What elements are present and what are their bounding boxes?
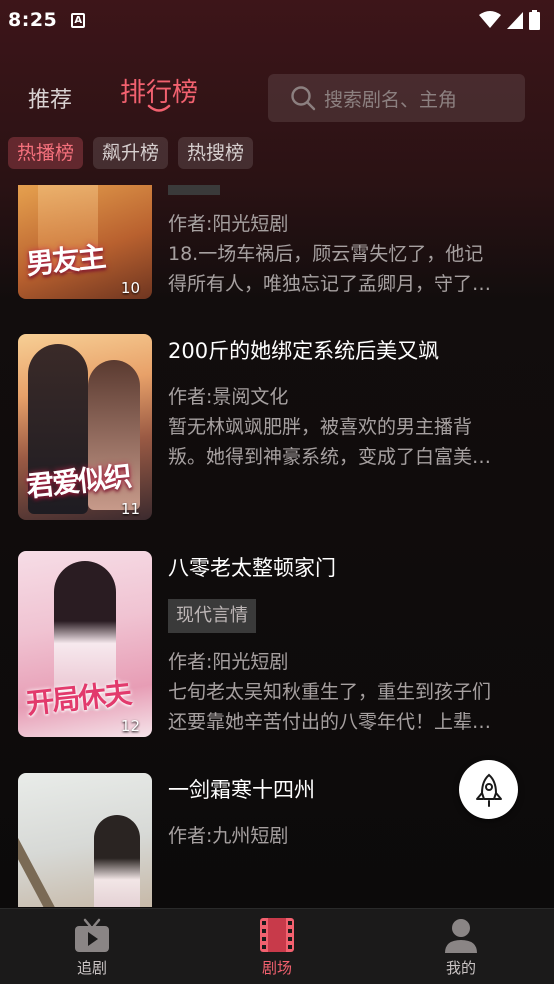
cover-sword (18, 808, 69, 907)
rocket-icon (475, 773, 502, 807)
description: 暂无林飒飒肥胖，被喜欢的男主播背 叛。她得到神豪系统，变成了白富美… (168, 412, 518, 472)
desc-line: 暂无林飒飒肥胖，被喜欢的男主播背 (168, 416, 473, 438)
cover-image: 君爱似织 11 (18, 334, 152, 520)
status-time: 8:25 (8, 9, 58, 31)
battery-icon (529, 10, 540, 30)
cover-image: 开局休夫 12 (18, 551, 152, 737)
cover-title: 开局休夫 (24, 676, 132, 721)
list-item[interactable]: 开局休夫 12 八零老太整顿家门 现代言情 作者:阳光短剧 七旬老太吴知秋重生了… (18, 551, 538, 737)
cover-title: 男友主 (24, 240, 106, 281)
cover-image (18, 773, 152, 907)
nav-label: 追剧 (76, 959, 107, 977)
nav-follow[interactable]: 追剧 (32, 909, 152, 984)
genre-tag: 都市 (168, 185, 220, 195)
drama-title: 八零老太整顿家门 (168, 556, 336, 580)
tv-icon (75, 918, 109, 952)
item-info: 200斤的她绑定系统后美又飒 作者:景阅文化 暂无林飒飒肥胖，被喜欢的男主播背 … (168, 334, 518, 472)
author: 作者:阳光短剧 (168, 651, 289, 673)
drama-title: 200斤的她绑定系统后美又飒 (168, 339, 440, 363)
bottom-nav: 追剧 剧场 我的 (0, 908, 554, 984)
status-bar: 8:25 A (0, 0, 554, 40)
desc-line: 得所有人，唯独忘记了孟卿月，守了… (168, 273, 492, 295)
author: 作者:阳光短剧 (168, 213, 289, 235)
nav-label: 剧场 (261, 959, 292, 977)
user-icon (445, 919, 477, 953)
desc-line: 七旬老太吴知秋重生了，重生到孩子们 (168, 681, 492, 703)
desc-line: 18.一场车祸后，顾云霄失忆了，他记 (168, 243, 484, 265)
top-header: 推荐 排行榜 搜索剧名、主角 (0, 60, 554, 136)
signal-icon (507, 11, 523, 29)
wifi-icon (479, 11, 501, 28)
nav-theater[interactable]: 剧场 (217, 909, 337, 984)
description: 18.一场车祸后，顾云霄失忆了，他记 得所有人，唯独忘记了孟卿月，守了… (168, 239, 518, 299)
rank-number: 10 (120, 279, 140, 297)
rank-number: 11 (120, 500, 140, 518)
genre-tag: 现代言情 (168, 599, 256, 633)
chip-rising[interactable]: 飙升榜 (93, 137, 169, 169)
author: 作者:景阅文化 (168, 386, 289, 408)
search-icon (291, 86, 316, 111)
desc-line: 还要靠她辛苦付出的八零年代！上辈… (168, 711, 492, 733)
notification-icon: A (71, 12, 86, 28)
desc-line: 叛。她得到神豪系统，变成了白富美… (168, 446, 492, 468)
list-item[interactable]: 君爱似织 11 200斤的她绑定系统后美又飒 作者:景阅文化 暂无林飒飒肥胖，被… (18, 334, 538, 520)
rank-number: 12 (120, 717, 140, 735)
tab-active-indicator (147, 104, 171, 112)
description: 七旬老太吴知秋重生了，重生到孩子们 还要靠她辛苦付出的八零年代！上辈… (168, 677, 518, 737)
nav-label: 我的 (445, 959, 476, 977)
list-item[interactable]: 男友主 10 都市 作者:阳光短剧 18.一场车祸后，顾云霄失忆了，他记 得所有… (18, 185, 538, 299)
search-placeholder: 搜索剧名、主角 (324, 88, 458, 111)
author: 作者:九州短剧 (168, 825, 289, 847)
cover-figure (94, 815, 140, 907)
nav-mine[interactable]: 我的 (401, 909, 521, 984)
chip-hot-search[interactable]: 热搜榜 (178, 137, 254, 169)
item-info: 都市 作者:阳光短剧 18.一场车祸后，顾云霄失忆了，他记 得所有人，唯独忘记了… (168, 185, 518, 299)
back-to-top-button[interactable] (459, 760, 518, 819)
status-icons (479, 10, 540, 30)
item-info: 八零老太整顿家门 现代言情 作者:阳光短剧 七旬老太吴知秋重生了，重生到孩子们 … (168, 551, 518, 737)
rank-category-tabs: 热播榜 飙升榜 热搜榜 (8, 137, 254, 169)
app-screen: 8:25 A 推荐 排行榜 搜索剧名、主角 热播榜 飙升榜 热搜榜 男友主 10… (0, 0, 554, 984)
search-input[interactable]: 搜索剧名、主角 (268, 74, 525, 122)
tab-recommend[interactable]: 推荐 (28, 82, 72, 114)
cover-image: 男友主 10 (18, 185, 152, 299)
film-icon (260, 918, 294, 952)
chip-hot-play[interactable]: 热播榜 (8, 137, 84, 169)
